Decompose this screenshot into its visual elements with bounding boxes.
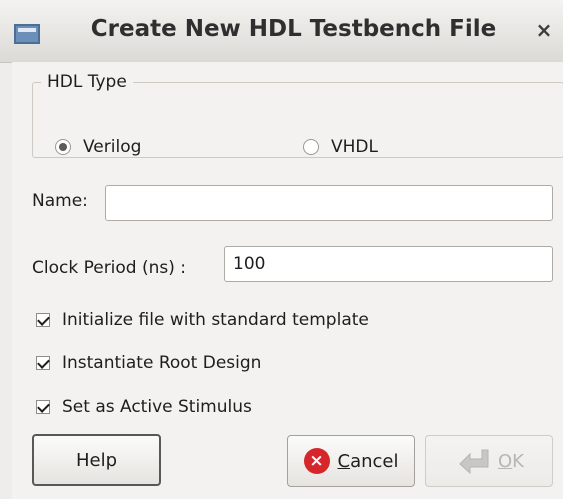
name-field[interactable]	[105, 185, 553, 221]
cancel-icon: ×	[303, 448, 330, 474]
help-button-label: Help	[75, 449, 118, 471]
radio-vhdl-label: VHDL	[331, 137, 378, 157]
help-button[interactable]: Help	[32, 434, 161, 486]
checkbox-initialize-template[interactable]: Initialize file with standard template	[36, 308, 369, 332]
radio-verilog[interactable]: Verilog	[55, 133, 141, 161]
title-bar: Create New HDL Testbench File ×	[0, 0, 563, 63]
radio-verilog-indicator[interactable]	[55, 139, 71, 155]
checkbox-initialize-template-label: Initialize file with standard template	[62, 310, 369, 330]
dialog-content: HDL Type Verilog VHDL Name: Clock Period…	[12, 62, 563, 499]
radio-verilog-label: Verilog	[83, 137, 142, 157]
ok-arrow-icon	[459, 449, 489, 475]
checkbox-instantiate-root-box[interactable]	[36, 356, 50, 370]
ok-button-label: OK	[498, 450, 524, 472]
window-icon	[14, 24, 40, 44]
checkbox-active-stimulus[interactable]: Set as Active Stimulus	[36, 395, 252, 419]
clock-period-field[interactable]: 100	[224, 246, 553, 282]
hdl-type-group: HDL Type Verilog VHDL	[32, 71, 563, 161]
checkbox-active-stimulus-label: Set as Active Stimulus	[62, 397, 252, 417]
clock-period-label: Clock Period (ns) :	[32, 258, 187, 278]
checkbox-initialize-template-box[interactable]	[36, 313, 50, 327]
checkbox-active-stimulus-box[interactable]	[36, 400, 50, 414]
radio-vhdl-indicator[interactable]	[303, 139, 319, 155]
cancel-button-label: Cancel	[337, 450, 399, 472]
ok-button[interactable]: OK	[425, 435, 553, 487]
hdl-type-legend: HDL Type	[41, 71, 133, 93]
cancel-button[interactable]: × Cancel	[287, 435, 415, 487]
checkbox-instantiate-root-label: Instantiate Root Design	[62, 353, 262, 373]
name-label: Name:	[32, 191, 88, 211]
radio-vhdl[interactable]: VHDL	[303, 133, 378, 161]
checkbox-instantiate-root[interactable]: Instantiate Root Design	[36, 351, 261, 375]
close-icon[interactable]: ×	[533, 18, 555, 42]
window-title: Create New HDL Testbench File	[90, 16, 497, 42]
